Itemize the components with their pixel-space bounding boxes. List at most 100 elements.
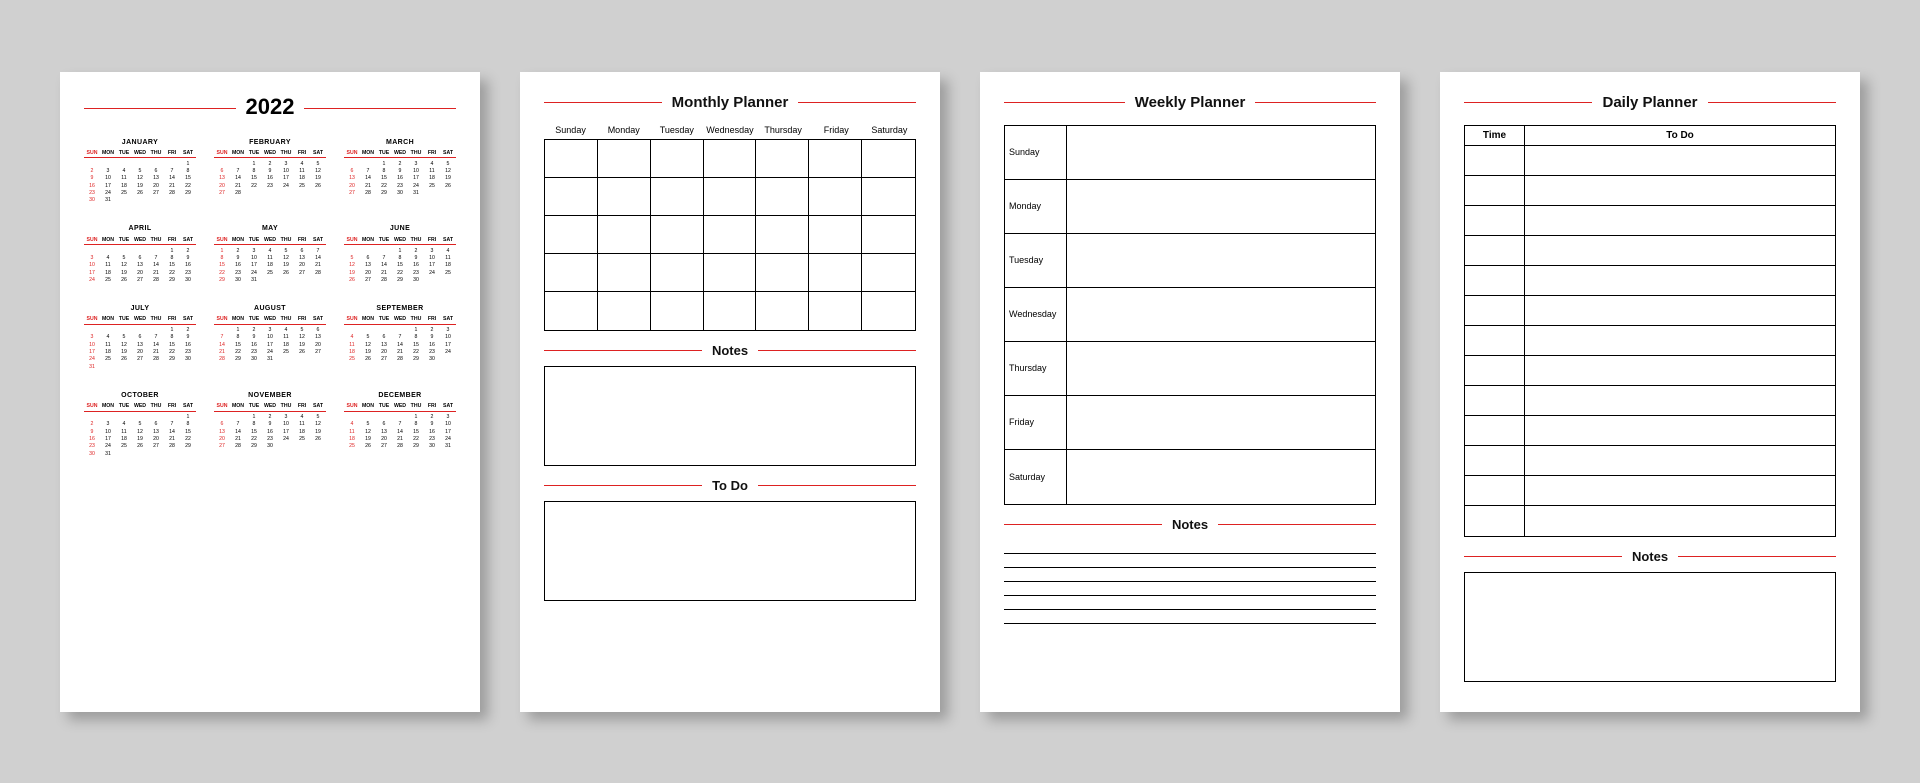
mp-cell — [704, 216, 757, 254]
day-cell: 13 — [132, 342, 148, 349]
day-cell: 8 — [164, 334, 180, 341]
month-name: MAY — [214, 224, 326, 233]
day-cell: 5 — [310, 414, 326, 421]
month-june: JUNESUNMONTUEWEDTHUFRISAT123456789101112… — [344, 224, 456, 284]
day-cell: 24 — [246, 269, 262, 276]
mp-dow-cell: Thursday — [757, 125, 810, 135]
week-row: 2728293031 — [344, 190, 456, 197]
mp-cell — [651, 140, 704, 178]
day-cell: 10 — [262, 334, 278, 341]
dp-todo-cell — [1525, 506, 1835, 536]
mp-cell — [862, 292, 915, 330]
year-calendar-page: 2022 JANUARYSUNMONTUEWEDTHUFRISAT1234567… — [60, 72, 480, 712]
dp-time-cell — [1465, 266, 1525, 296]
month-july: JULYSUNMONTUEWEDTHUFRISAT123456789101112… — [84, 304, 196, 371]
day-cell: 28 — [230, 190, 246, 197]
day-cell — [132, 247, 148, 254]
day-cell: 1 — [180, 414, 196, 421]
day-cell: 4 — [424, 160, 440, 167]
day-cell: 18 — [294, 428, 310, 435]
day-cell: 16 — [246, 342, 262, 349]
week-row: 123456 — [214, 327, 326, 334]
day-cell: 20 — [148, 182, 164, 189]
day-cell — [214, 327, 230, 334]
day-cell: 22 — [408, 349, 424, 356]
day-cell: 24 — [84, 277, 100, 284]
day-cell: 5 — [360, 421, 376, 428]
day-cell: 5 — [116, 255, 132, 262]
day-cell: 28 — [360, 190, 376, 197]
dow-cell: MON — [100, 403, 116, 410]
mp-cell — [545, 216, 598, 254]
day-cell: 30 — [424, 443, 440, 450]
day-cell: 12 — [294, 334, 310, 341]
day-cell: 4 — [116, 168, 132, 175]
dow-cell: WED — [132, 403, 148, 410]
day-cell: 7 — [164, 168, 180, 175]
day-cell — [148, 160, 164, 167]
day-cell: 18 — [116, 436, 132, 443]
day-cell: 17 — [100, 182, 116, 189]
day-cell: 3 — [440, 327, 456, 334]
weekly-notes-lines — [1004, 540, 1376, 624]
day-cell: 5 — [360, 334, 376, 341]
month-name: AUGUST — [214, 304, 326, 313]
day-cell: 16 — [180, 262, 196, 269]
dp-todo-cell — [1525, 356, 1835, 386]
day-cell: 9 — [392, 168, 408, 175]
week-row: 27282930 — [214, 443, 326, 450]
wp-day-label: Sunday — [1005, 126, 1067, 180]
mp-cell — [704, 178, 757, 216]
day-cell: 26 — [294, 349, 310, 356]
dow-cell: FRI — [424, 403, 440, 410]
dow-cell: THU — [278, 150, 294, 157]
rule-right — [798, 102, 916, 103]
notes-line — [1004, 568, 1376, 582]
dp-todo-cell — [1525, 236, 1835, 266]
day-cell: 6 — [148, 421, 164, 428]
month-august: AUGUSTSUNMONTUEWEDTHUFRISAT1234567891011… — [214, 304, 326, 371]
day-cell: 5 — [344, 255, 360, 262]
dow-cell: FRI — [424, 316, 440, 323]
week-row: 2345678 — [84, 421, 196, 428]
day-cell: 19 — [132, 182, 148, 189]
day-cell: 1 — [408, 327, 424, 334]
day-cell: 24 — [278, 182, 294, 189]
day-cell: 10 — [440, 334, 456, 341]
dow-cell: SUN — [214, 150, 230, 157]
day-cell: 7 — [360, 168, 376, 175]
week-row: 18192021222324 — [344, 349, 456, 356]
day-cell: 14 — [392, 428, 408, 435]
week-row: 10111213141516 — [84, 262, 196, 269]
day-cell: 25 — [116, 190, 132, 197]
day-cell — [440, 190, 456, 197]
wp-day-label: Wednesday — [1005, 288, 1067, 342]
dow-cell: SUN — [344, 316, 360, 323]
day-cell: 10 — [278, 421, 294, 428]
day-cell: 31 — [84, 364, 100, 371]
week-row: 2728 — [214, 190, 326, 197]
dow-cell: THU — [408, 403, 424, 410]
dow-cell: SUN — [84, 237, 100, 244]
day-cell: 1 — [164, 247, 180, 254]
dow-cell: MON — [230, 150, 246, 157]
week-row: 15161718192021 — [214, 262, 326, 269]
day-cell: 6 — [294, 247, 310, 254]
day-cell: 10 — [84, 262, 100, 269]
day-cell: 11 — [100, 342, 116, 349]
day-cell — [116, 197, 132, 204]
day-cell: 14 — [164, 175, 180, 182]
dow-cell: THU — [278, 403, 294, 410]
dow-cell: TUE — [376, 237, 392, 244]
day-cell: 15 — [408, 342, 424, 349]
day-cell: 15 — [246, 175, 262, 182]
day-cell: 21 — [230, 182, 246, 189]
day-cell: 15 — [180, 428, 196, 435]
day-cell — [246, 190, 262, 197]
month-name: JUNE — [344, 224, 456, 233]
rule-left — [84, 108, 236, 109]
wp-day-cell — [1067, 180, 1375, 234]
day-cell: 26 — [116, 277, 132, 284]
week-row: 12345 — [214, 414, 326, 421]
week-row: 16171819202122 — [84, 436, 196, 443]
